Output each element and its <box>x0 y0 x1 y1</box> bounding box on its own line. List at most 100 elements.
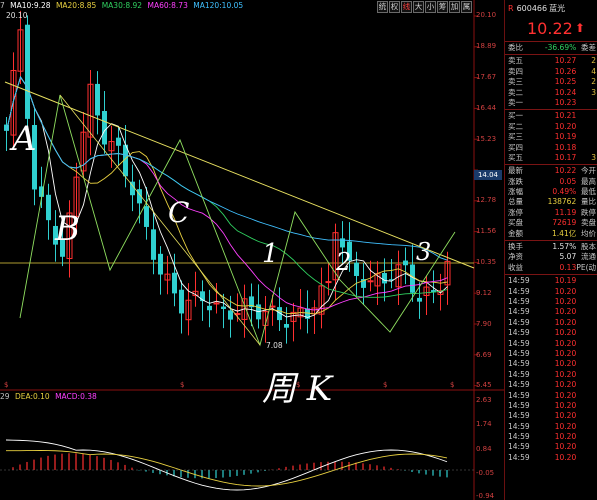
bid-vol <box>576 132 597 142</box>
tick-row: 14:59 10.20 <box>505 442 597 452</box>
candle-body <box>172 272 177 294</box>
tick-row: 14:59 10.20 <box>505 411 597 421</box>
toolbar-button-xiao[interactable]: 小 <box>425 1 436 13</box>
bid-label: 买三 <box>508 132 523 142</box>
toolbar-button-quan[interactable]: 权 <box>389 1 400 13</box>
toolbar-button-jia[interactable]: 加 <box>449 1 460 13</box>
ma-legend-item: MA120:10.05 <box>193 1 244 10</box>
stat-value: 1.41亿 <box>552 228 577 238</box>
ask-row[interactable]: 卖二 10.24 3 <box>505 88 597 98</box>
tick-vol <box>576 391 597 401</box>
event-marker: $ <box>4 381 9 389</box>
ask-label: 卖三 <box>508 77 523 87</box>
divider <box>505 109 597 111</box>
stat-row: 涨幅 0.49% 最低 <box>505 187 597 197</box>
annotation-B: B <box>54 209 80 249</box>
tick-row: 14:59 10.19 <box>505 276 597 286</box>
toolbar-button-da[interactable]: 大 <box>413 1 424 13</box>
toolbar-button-xian[interactable]: 线 <box>401 1 412 13</box>
stat-value: 0.13 <box>559 262 577 272</box>
weibi-value: -36.69% <box>544 43 577 52</box>
kline-canvas[interactable]: A B C 1 2 3 周 K <box>0 0 504 500</box>
stock-name: 蓝光 <box>549 3 566 13</box>
ask-price: 10.27 <box>554 56 577 66</box>
tick-time: 14:59 <box>508 432 530 442</box>
tick-time: 14:59 <box>508 296 530 306</box>
candle-body <box>46 194 51 221</box>
toolbar-button-shu[interactable]: 属 <box>461 1 472 13</box>
tick-price: 10.20 <box>554 390 577 400</box>
toolbar-button-chou[interactable]: 筹 <box>437 1 448 13</box>
candle-body <box>207 305 212 311</box>
tick-vol <box>576 380 597 390</box>
tick-row: 14:59 10.20 <box>505 318 597 328</box>
stat-label: 涨跌 <box>508 176 523 186</box>
chart-toolbar: 统 权 线 大 小 筹 加 属 <box>377 1 472 13</box>
candle-body <box>367 280 374 283</box>
tick-price: 10.20 <box>554 348 577 358</box>
tick-price: 10.20 <box>554 452 577 462</box>
bid-price: 10.20 <box>554 121 577 131</box>
bid-row[interactable]: 买四 10.18 <box>505 143 597 153</box>
ask-row[interactable]: 卖三 10.25 2 <box>505 77 597 87</box>
moving-average-line <box>6 76 448 311</box>
ask-vol: 2 <box>591 56 597 66</box>
macd-y-tick: -0.94 <box>476 492 495 500</box>
candle-body <box>151 229 156 260</box>
ma-legend-item: MA30:8.92 <box>101 1 143 10</box>
stat-value: 72619 <box>552 218 577 228</box>
bid-row[interactable]: 买五 10.17 3 <box>505 153 597 163</box>
ask-row[interactable]: 卖四 10.26 4 <box>505 67 597 77</box>
tick-time: 14:59 <box>508 400 530 410</box>
stat-row: 总量 138762 量比 <box>505 197 597 207</box>
annotation-two: 2 <box>335 248 351 276</box>
event-marker: $ <box>450 381 455 389</box>
tick-vol <box>576 318 597 328</box>
bid-price: 10.19 <box>554 132 577 142</box>
toolbar-button-tongji[interactable]: 统 <box>377 1 388 13</box>
bid-row[interactable]: 买三 10.19 <box>505 132 597 142</box>
macd-legend-item: MACD:0.38 <box>55 392 97 401</box>
tick-time: 14:59 <box>508 276 530 286</box>
tick-vol <box>576 339 597 349</box>
tick-time: 14:59 <box>508 421 530 431</box>
stat-value: 0.49% <box>552 187 577 197</box>
tick-price: 10.20 <box>554 400 577 410</box>
bid-vol <box>576 122 597 132</box>
tick-price: 10.20 <box>554 307 577 317</box>
ask-price: 10.23 <box>554 97 577 107</box>
candle-body <box>116 137 121 146</box>
tick-list[interactable]: 14:59 10.19 14:59 10.20 14:59 10.20 14:59 10.20… <box>505 276 597 463</box>
moving-average-line <box>6 76 448 318</box>
candle-body <box>417 297 422 302</box>
stat-label: 涨幅 <box>508 187 523 197</box>
tick-time: 14:59 <box>508 359 530 369</box>
tick-vol <box>576 307 597 317</box>
ask-label: 卖四 <box>508 66 523 76</box>
stock-header: R 600466 蓝光 <box>505 0 597 16</box>
tick-price: 10.20 <box>554 432 577 442</box>
candle-body <box>95 83 100 116</box>
tick-price: 10.20 <box>554 338 577 348</box>
tick-price: 10.20 <box>554 411 577 421</box>
tick-vol <box>576 276 597 286</box>
weicha-label: 委差 <box>581 43 597 52</box>
tick-vol <box>576 328 597 338</box>
r-icon: R <box>508 3 514 13</box>
stat-extra: 量比 <box>581 197 597 207</box>
ask-vol: 3 <box>591 87 597 97</box>
stats-list: 最新 10.22 今开 涨跌 0.05 最高 涨幅 0.49% 最低 总量 138762 量比 … <box>505 166 597 273</box>
ask-row[interactable]: 卖五 10.27 2 <box>505 56 597 66</box>
kline-chart[interactable]: A B C 1 2 3 周 K 7 MA10:9.28 MA20:8.85 MA30:8.9… <box>0 0 504 500</box>
stat-extra: 跌停 <box>581 207 597 217</box>
ask-row[interactable]: 卖一 10.23 <box>505 98 597 108</box>
bid-row[interactable]: 买二 10.20 <box>505 122 597 132</box>
ask-vol: 2 <box>591 77 597 87</box>
tick-row: 14:59 10.20 <box>505 380 597 390</box>
stat-extra: 最低 <box>581 187 597 197</box>
bid-row[interactable]: 买一 10.21 <box>505 111 597 121</box>
bid-vol <box>576 143 597 153</box>
bid-price: 10.17 <box>554 152 577 162</box>
bid-price: 10.21 <box>554 111 577 121</box>
tick-vol <box>576 349 597 359</box>
